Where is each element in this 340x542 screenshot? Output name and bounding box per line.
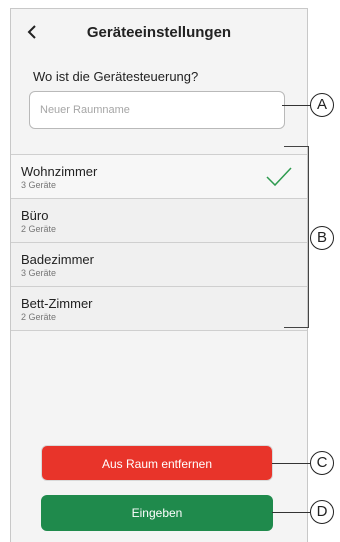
callout-bracket-b bbox=[284, 146, 309, 328]
callout-line-c bbox=[272, 463, 310, 464]
room-item-buero[interactable]: Büro 2 Geräte bbox=[11, 199, 307, 243]
room-device-count: 2 Geräte bbox=[21, 312, 57, 322]
callout-b: B bbox=[310, 226, 334, 250]
room-name: Bett-Zimmer bbox=[21, 296, 93, 311]
room-device-count: 3 Geräte bbox=[21, 268, 57, 278]
enter-button[interactable]: Eingeben bbox=[41, 495, 273, 531]
callout-line-a bbox=[282, 105, 312, 106]
room-device-count: 3 Geräte bbox=[21, 180, 57, 190]
callout-line-d bbox=[272, 512, 310, 513]
page-title: Geräteeinstellungen bbox=[86, 24, 232, 41]
question-label: Wo ist die Gerätesteuerung? bbox=[33, 69, 199, 84]
room-list: Wohnzimmer 3 Geräte Büro 2 Geräte Badezi… bbox=[11, 154, 307, 331]
room-item-bett-zimmer[interactable]: Bett-Zimmer 2 Geräte bbox=[11, 287, 307, 331]
callout-a: A bbox=[310, 93, 334, 117]
remove-from-room-button[interactable]: Aus Raum entfernen bbox=[41, 445, 273, 481]
room-name: Wohnzimmer bbox=[21, 164, 98, 179]
header: Geräteeinstellungen bbox=[11, 9, 307, 53]
room-name: Büro bbox=[21, 208, 49, 223]
room-name: Badezimmer bbox=[21, 252, 94, 267]
phone-screen: Geräteeinstellungen Wo ist die Geräteste… bbox=[10, 8, 308, 542]
room-item-badezimmer[interactable]: Badezimmer 3 Geräte bbox=[11, 243, 307, 287]
room-device-count: 2 Geräte bbox=[21, 224, 57, 234]
callout-d: D bbox=[310, 500, 334, 524]
callout-c: C bbox=[310, 451, 334, 475]
room-name-input[interactable] bbox=[29, 91, 285, 129]
room-item-wohnzimmer[interactable]: Wohnzimmer 3 Geräte bbox=[11, 155, 307, 199]
